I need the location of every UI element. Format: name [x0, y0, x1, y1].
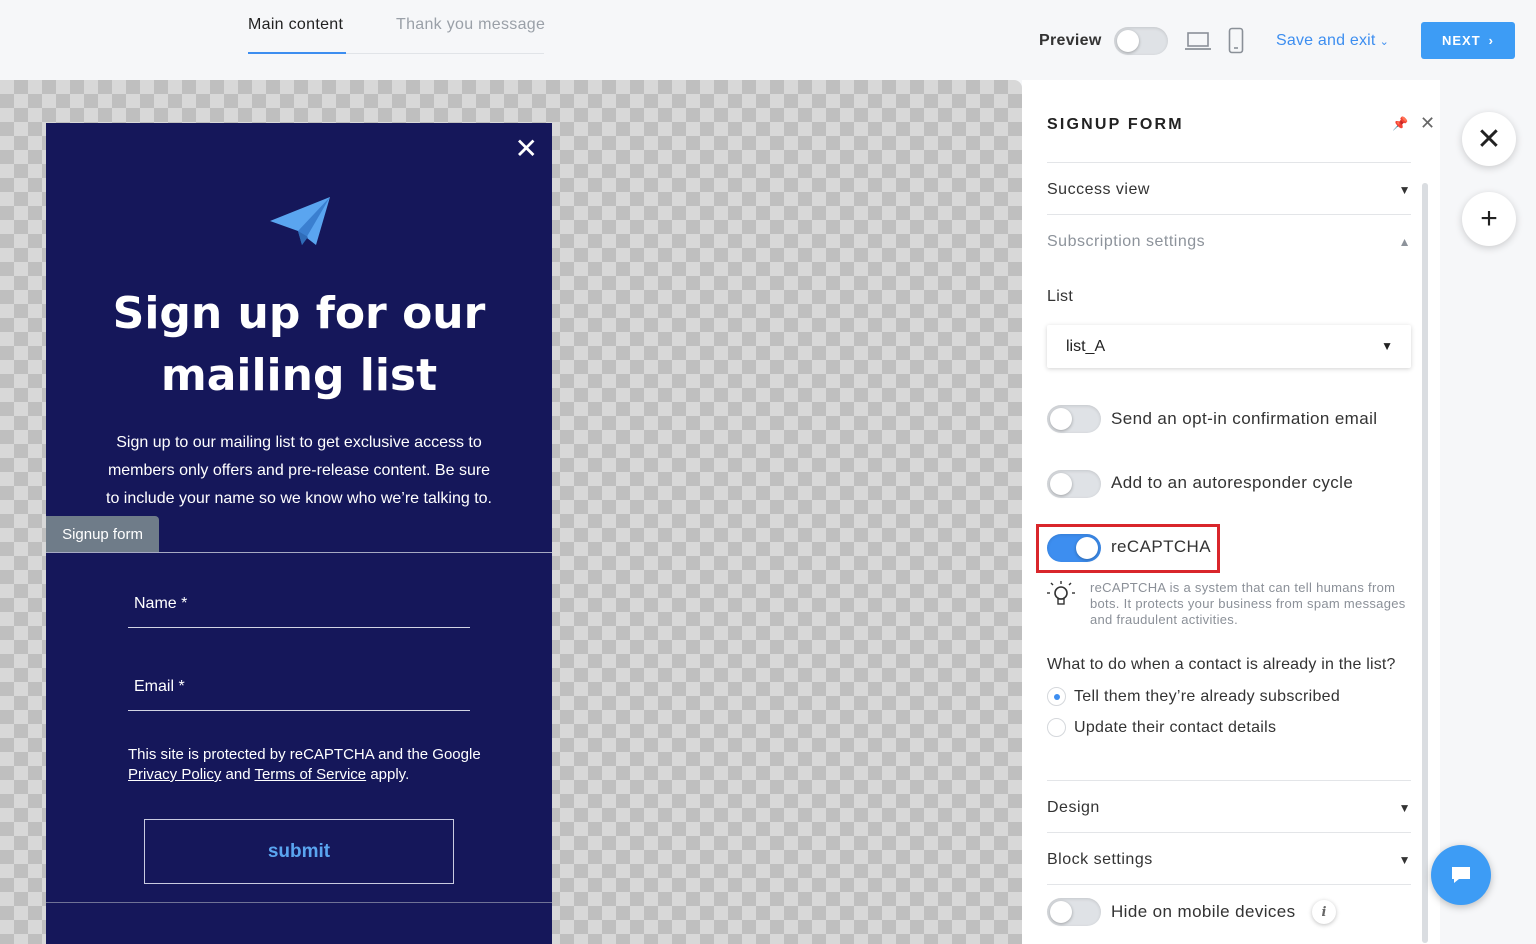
divider [1047, 884, 1411, 885]
tab-thank-you-message[interactable]: Thank you message [396, 16, 545, 34]
signup-form-settings-panel: SIGNUP FORM 📌 ✕ Success view ▼ Subscripti… [1022, 80, 1440, 944]
paper-plane-icon [270, 197, 330, 245]
chevron-down-icon: ▼ [1398, 801, 1411, 815]
option-update-contact-label: Update their contact details [1074, 719, 1277, 736]
chevron-down-icon: ⌄ [1379, 36, 1389, 48]
privacy-policy-link[interactable]: Privacy Policy [128, 766, 221, 783]
scrollbar-thumb[interactable] [1422, 183, 1428, 943]
form-bottom-divider [46, 902, 552, 903]
recaptcha-toggle[interactable] [1047, 534, 1101, 562]
radio-update-contact[interactable] [1047, 718, 1066, 737]
divider [1047, 214, 1411, 215]
save-and-exit-button[interactable]: Save and exit ⌄ [1276, 32, 1389, 50]
chevron-up-icon: ▲ [1398, 235, 1411, 249]
terms-of-service-link[interactable]: Terms of Service [254, 766, 366, 783]
opt-in-label: Send an opt-in confirmation email [1111, 409, 1378, 428]
recaptcha-notice-apply: apply. [366, 766, 410, 783]
block-settings-label: Block settings [1047, 851, 1153, 868]
preview-toggle[interactable] [1114, 27, 1168, 55]
panel-scrollbar[interactable] [1422, 183, 1428, 943]
divider [1047, 162, 1411, 163]
form-title: Sign up for our mailing list [46, 283, 552, 407]
lightbulb-icon [1047, 581, 1075, 605]
chevron-down-icon: ▼ [1398, 183, 1411, 197]
save-and-exit-label: Save and exit [1276, 32, 1376, 49]
subscription-settings-label: Subscription settings [1047, 233, 1206, 250]
list-select[interactable]: list_A ▼ [1047, 325, 1411, 368]
preview-label: Preview [1039, 32, 1102, 49]
chevron-right-icon: › [1488, 33, 1494, 48]
form-title-line2: mailing list [160, 350, 438, 401]
list-label: List [1047, 288, 1074, 305]
close-icon: ✕ [1476, 122, 1502, 156]
name-field-label: Name * [134, 595, 188, 612]
active-tab-indicator [248, 52, 346, 54]
autoresponder-toggle[interactable] [1047, 470, 1101, 498]
add-block-button[interactable]: + [1462, 192, 1516, 246]
opt-in-toggle[interactable] [1047, 405, 1101, 433]
list-select-value: list_A [1066, 338, 1106, 355]
hide-mobile-toggle[interactable] [1047, 898, 1101, 926]
top-bar: Main content Thank you message Preview S… [0, 0, 1536, 80]
divider [1047, 780, 1411, 781]
next-button[interactable]: NEXT › [1421, 22, 1515, 59]
form-title-line1: Sign up for our [112, 288, 486, 339]
toggle-knob [1117, 30, 1139, 52]
chevron-down-icon: ▼ [1398, 853, 1411, 867]
signup-form-card[interactable]: ✕ Sign up for our mailing list Sign up t… [46, 123, 552, 944]
tab-main-content[interactable]: Main content [248, 16, 343, 34]
hide-mobile-label: Hide on mobile devices [1111, 902, 1296, 921]
toggle-knob [1050, 901, 1072, 923]
chevron-down-icon: ▼ [1381, 339, 1393, 353]
accordion-design[interactable]: Design ▼ [1047, 799, 1411, 817]
accordion-subscription-settings[interactable]: Subscription settings ▲ [1047, 233, 1411, 251]
form-description: Sign up to our mailing list to get exclu… [106, 434, 492, 507]
info-icon[interactable]: i [1312, 900, 1336, 924]
toggle-knob [1050, 408, 1072, 430]
tab-divider [346, 53, 544, 54]
toggle-knob [1050, 473, 1072, 495]
signup-form-tag[interactable]: Signup form [46, 516, 159, 552]
name-field[interactable]: Name * [128, 584, 470, 628]
email-field[interactable]: Email * [128, 667, 470, 711]
panel-title: SIGNUP FORM [1047, 116, 1184, 133]
recaptcha-notice-and: and [221, 766, 255, 783]
recaptcha-help-text: reCAPTCHA is a system that can tell huma… [1090, 580, 1406, 627]
submit-button[interactable]: submit [144, 819, 454, 884]
close-icon[interactable]: ✕ [515, 135, 538, 163]
design-label: Design [1047, 799, 1100, 816]
mobile-view-icon[interactable] [1228, 27, 1244, 54]
chat-bubble-icon [1452, 867, 1470, 883]
option-already-subscribed-label: Tell them they’re already subscribed [1074, 688, 1341, 705]
radio-already-subscribed[interactable] [1047, 687, 1066, 706]
editor-canvas: ✕ Sign up for our mailing list Sign up t… [0, 80, 1022, 944]
recaptcha-label: reCAPTCHA [1111, 537, 1211, 556]
close-editor-button[interactable]: ✕ [1462, 112, 1516, 166]
duplicate-contact-question: What to do when a contact is already in … [1047, 656, 1396, 673]
chat-button[interactable] [1431, 845, 1491, 905]
accordion-block-settings[interactable]: Block settings ▼ [1047, 851, 1411, 869]
email-field-label: Email * [134, 678, 185, 695]
recaptcha-notice: This site is protected by reCAPTCHA and … [128, 745, 488, 785]
accordion-success-view[interactable]: Success view ▼ [1047, 181, 1411, 199]
plus-icon: + [1480, 202, 1498, 235]
success-view-label: Success view [1047, 181, 1150, 198]
form-divider [46, 552, 552, 553]
next-label: NEXT [1441, 33, 1481, 48]
panel-close-icon[interactable]: ✕ [1420, 113, 1435, 134]
pin-icon[interactable]: 📌 [1392, 116, 1408, 132]
divider [1047, 832, 1411, 833]
toggle-knob [1076, 537, 1098, 559]
recaptcha-notice-text: This site is protected by reCAPTCHA and … [128, 746, 481, 763]
autoresponder-label: Add to an autoresponder cycle [1111, 473, 1354, 492]
desktop-view-icon[interactable] [1185, 30, 1211, 52]
